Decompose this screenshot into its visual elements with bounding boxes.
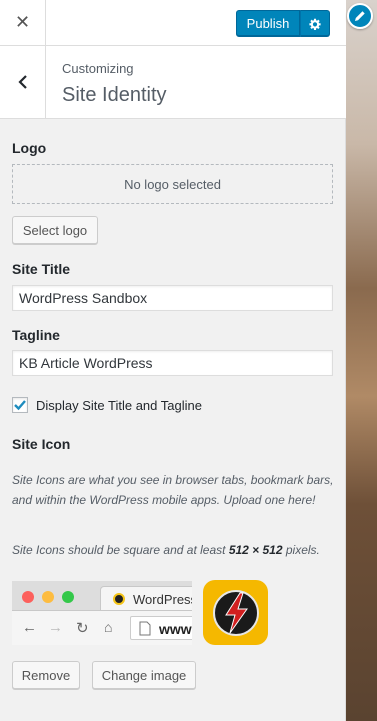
publish-settings-button[interactable] — [300, 10, 330, 37]
page-title: Site Identity — [62, 84, 167, 106]
site-icon-description: Site Icons are what you see in browser t… — [12, 473, 334, 507]
size-note-prefix: Site Icons should be square and at least — [12, 543, 229, 557]
display-title-label: Display Site Title and Tagline — [36, 398, 202, 413]
lightning-bolt-icon — [212, 589, 259, 636]
browser-tab-title: WordPress S — [133, 592, 192, 607]
gear-icon — [309, 18, 321, 30]
breadcrumb: Customizing — [62, 61, 134, 76]
address-bar-text: www. — [159, 621, 192, 637]
pencil-icon — [355, 11, 365, 21]
site-preview — [346, 0, 377, 721]
window-close-dot — [22, 591, 34, 603]
favicon-icon — [113, 593, 125, 605]
tagline-label: Tagline — [12, 327, 60, 343]
site-title-label: Site Title — [12, 261, 71, 277]
logo-placeholder[interactable]: No logo selected — [12, 164, 333, 204]
close-button[interactable]: ✕ — [0, 0, 46, 45]
forward-arrow-icon: → — [48, 619, 63, 636]
logo-label: Logo — [12, 140, 47, 156]
site-icon-label: Site Icon — [12, 436, 71, 452]
window-maximize-dot — [62, 591, 74, 603]
remove-icon-button[interactable]: Remove — [12, 661, 80, 689]
close-icon: ✕ — [14, 12, 31, 32]
home-icon: ⌂ — [104, 619, 113, 635]
customizer-panel: ✕ Publish Customizing Site Identity Logo… — [0, 0, 346, 721]
site-icon-image — [203, 580, 268, 645]
checkmark-icon — [14, 400, 26, 411]
change-image-button[interactable]: Change image — [92, 661, 196, 689]
back-arrow-icon: ← — [22, 619, 37, 636]
browser-toolbar: ← → ↻ ⌂ www. — [12, 610, 192, 645]
size-note-suffix: pixels. — [282, 543, 320, 557]
edit-shortcut-button[interactable] — [347, 3, 373, 29]
address-bar: www. — [130, 616, 192, 640]
size-note-value: 512 × 512 — [228, 543, 283, 557]
back-button[interactable] — [0, 46, 46, 118]
reload-icon: ↻ — [76, 620, 89, 637]
page-icon — [139, 621, 151, 636]
site-icon-browser-preview: WordPress S ← → ↻ ⌂ www. — [12, 581, 192, 645]
display-title-checkbox[interactable] — [12, 397, 28, 413]
publish-button[interactable]: Publish — [236, 10, 300, 37]
browser-tab: WordPress S — [100, 586, 192, 610]
site-icon-size-note: Site Icons should be square and at least… — [12, 540, 334, 560]
tagline-input[interactable]: KB Article WordPress — [12, 350, 333, 376]
site-title-input[interactable]: WordPress Sandbox — [12, 285, 333, 311]
select-logo-button[interactable]: Select logo — [12, 216, 98, 244]
customizer-header: ✕ Publish — [0, 0, 346, 46]
chevron-left-icon — [17, 75, 27, 89]
section-header: Customizing Site Identity — [0, 46, 346, 119]
window-minimize-dot — [42, 591, 54, 603]
